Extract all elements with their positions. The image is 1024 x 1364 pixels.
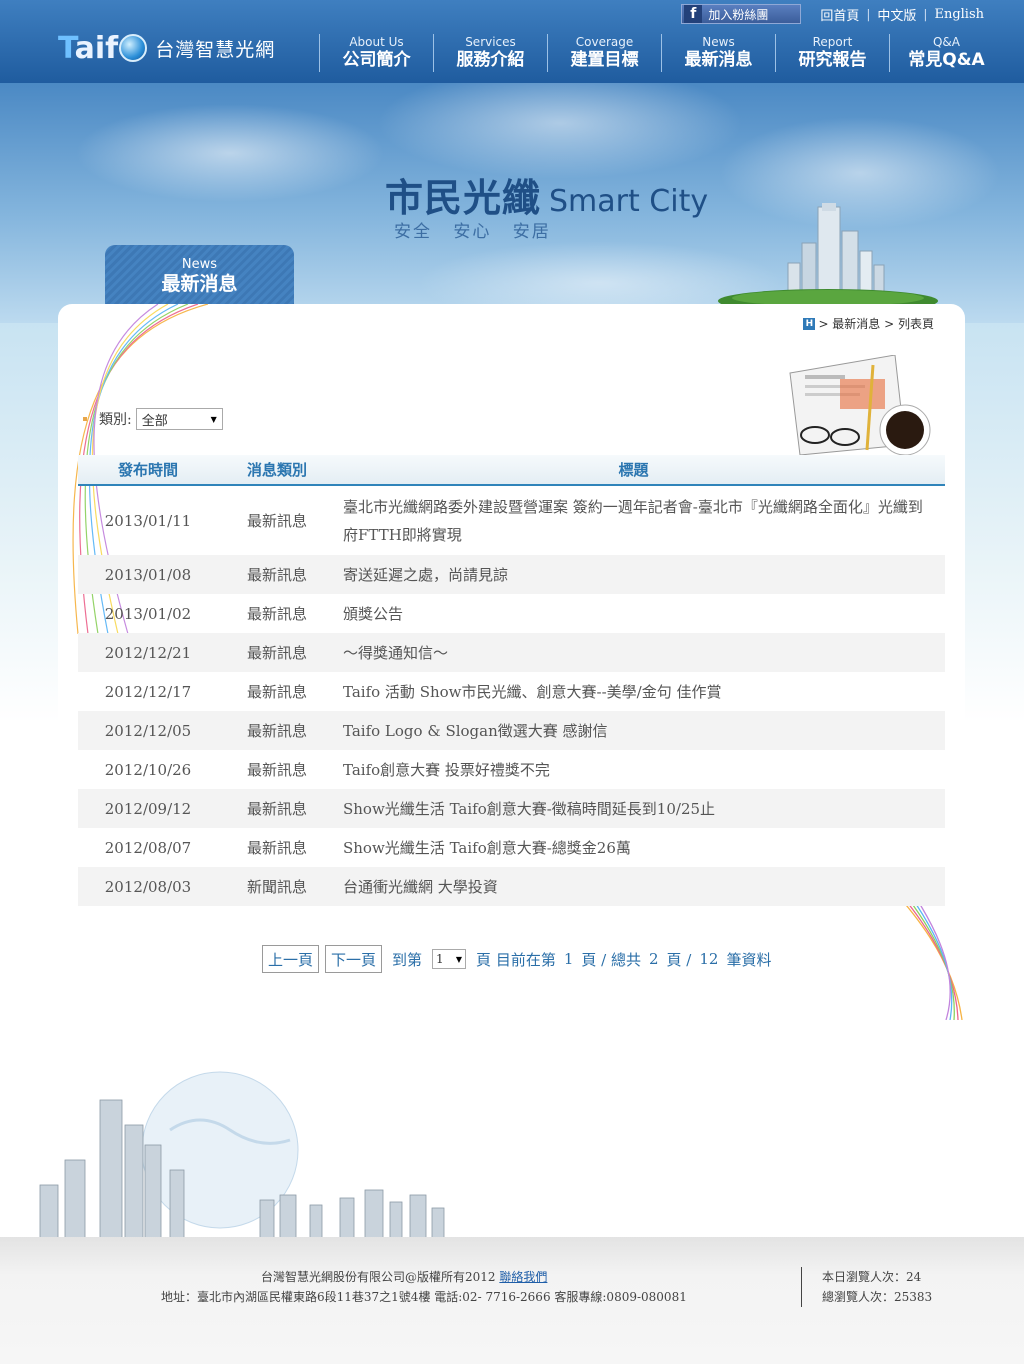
site-header: Taif 台灣智慧光網 f 加入粉絲團 回首頁 | 中文版 | English … — [0, 0, 1024, 83]
prev-page-button[interactable]: 上一頁 — [262, 945, 320, 973]
site-logo[interactable]: Taif 台灣智慧光網 — [58, 28, 275, 68]
today-visits: 本日瀏覽人次：24 — [822, 1270, 922, 1284]
row-category: 最新訊息 — [246, 761, 307, 779]
banner-subtitle: 安全 安心 安居 — [394, 222, 551, 242]
top-utility-bar: f 加入粉絲團 回首頁 | 中文版 | English — [681, 4, 991, 24]
table-row: 2012/12/21 最新訊息 ～得獎通知信～ — [78, 633, 945, 672]
city-globe-illustration — [39, 1071, 445, 1238]
pager-text: 頁 / — [666, 950, 692, 969]
nav-coverage[interactable]: Coverage 建置目標 — [547, 34, 661, 72]
row-date: 2012/10/26 — [104, 760, 192, 779]
row-category: 最新訊息 — [246, 800, 307, 818]
row-category: 最新訊息 — [246, 722, 307, 740]
section-tab-news: News 最新消息 — [105, 245, 294, 305]
nav-about[interactable]: About Us 公司簡介 — [319, 34, 433, 72]
row-title-link[interactable]: 寄送延遲之處，尚請見諒 — [336, 561, 945, 589]
row-date: 2012/12/21 — [104, 643, 192, 662]
table-row: 2012/12/17 最新訊息 Taifo 活動 Show市民光纖、創意大賽--… — [78, 672, 945, 711]
pager-text: 筆資料 — [726, 950, 772, 969]
table-row: 2012/09/12 最新訊息 Show光纖生活 Taifo創意大賽-徵稿時間延… — [78, 789, 945, 828]
row-date: 2012/12/05 — [104, 721, 192, 740]
row-title-link[interactable]: ～得獎通知信～ — [336, 639, 945, 667]
breadcrumb-path: > 最新消息 > 列表頁 — [818, 317, 934, 331]
pager-text: 頁 目前在第 — [476, 950, 556, 969]
row-date: 2012/09/12 — [104, 799, 192, 818]
row-title-link[interactable]: Show光纖生活 Taifo創意大賽-總獎金26萬 — [336, 834, 945, 862]
category-filter: 類別: 全部 ▼ — [83, 408, 223, 430]
column-header-title: 標題 — [618, 461, 649, 479]
row-date: 2012/08/03 — [104, 877, 192, 896]
table-row: 2013/01/08 最新訊息 寄送延遲之處，尚請見諒 — [78, 555, 945, 594]
pager-text: 頁 / 總共 — [581, 950, 641, 969]
home-link[interactable]: 回首頁 — [813, 5, 866, 24]
news-table: 發布時間 消息類別 標題 2013/01/11 最新訊息 臺北市光纖網路委外建設… — [78, 455, 945, 906]
globe-icon — [119, 34, 148, 62]
address-line: 地址：臺北市內湖區民權東路6段11巷37之1號4樓 電話:02- 7716-26… — [161, 1290, 687, 1304]
current-page: 1 — [563, 950, 574, 968]
bullet-icon — [83, 417, 87, 421]
row-date: 2013/01/02 — [104, 604, 192, 623]
divider — [801, 1267, 802, 1307]
filter-label: 類別: — [99, 412, 132, 428]
row-category: 最新訊息 — [246, 683, 307, 701]
row-title-link[interactable]: 頒獎公告 — [336, 600, 945, 628]
table-row: 2012/10/26 最新訊息 Taifo創意大賽 投票好禮獎不完 — [78, 750, 945, 789]
row-title-link[interactable]: Taifo 活動 Show市民光纖、創意大賽--美學/金句 佳作賞 — [336, 678, 945, 706]
nav-news[interactable]: News 最新消息 — [661, 34, 775, 72]
row-category: 最新訊息 — [246, 566, 307, 584]
copyright-line: 台灣智慧光網股份有限公司@版權所有2012 聯絡我們 — [261, 1270, 548, 1284]
facebook-icon: f — [684, 5, 703, 23]
row-date: 2013/01/08 — [104, 565, 192, 584]
row-category: 最新訊息 — [246, 605, 307, 623]
home-icon[interactable]: H — [803, 317, 816, 330]
pagination: 上一頁 下一頁 到第 1 ▼ 頁 目前在第 1 頁 / 總共 2 頁 / 12 … — [262, 945, 775, 973]
nav-qa[interactable]: Q&A 常見Q&A — [889, 34, 1003, 72]
logo-chinese-name: 台灣智慧光網 — [155, 38, 276, 61]
chevron-down-icon: ▼ — [455, 954, 463, 964]
row-category: 最新訊息 — [246, 512, 307, 530]
table-row: 2012/08/03 新聞訊息 台通衝光纖網 大學投資 — [78, 867, 945, 906]
facebook-fan-button[interactable]: f 加入粉絲團 — [681, 4, 802, 24]
logo-wordmark: Taif — [58, 30, 119, 66]
next-page-button[interactable]: 下一頁 — [325, 945, 383, 973]
row-title-link[interactable]: Taifo創意大賽 投票好禮獎不完 — [336, 756, 945, 784]
chevron-down-icon: ▼ — [210, 414, 217, 424]
row-title-link[interactable]: 台通衝光纖網 大學投資 — [336, 873, 945, 901]
row-category: 最新訊息 — [246, 839, 307, 857]
column-header-category: 消息類別 — [246, 461, 307, 479]
facebook-fan-label: 加入粉絲團 — [708, 7, 769, 22]
category-select[interactable]: 全部 ▼ — [135, 408, 223, 430]
banner-title: 市民光纖 Smart City — [385, 176, 709, 220]
row-category: 新聞訊息 — [246, 878, 307, 896]
newspaper-coffee-illustration — [789, 355, 931, 455]
row-date: 2012/08/07 — [104, 838, 192, 857]
row-title-link[interactable]: Taifo Logo & Slogan徵選大賽 感謝信 — [336, 717, 945, 745]
total-visits: 總瀏覽人次：25383 — [822, 1290, 933, 1304]
row-title-link[interactable]: 臺北市光纖網路委外建設暨營運案 簽約一週年記者會-臺北市『光纖網路全面化』光纖到… — [336, 493, 945, 549]
site-footer: 台灣智慧光網股份有限公司@版權所有2012 聯絡我們 地址：臺北市內湖區民權東路… — [0, 1237, 1024, 1364]
table-row: 2012/08/07 最新訊息 Show光纖生活 Taifo創意大賽-總獎金26… — [78, 828, 945, 867]
goto-label: 到第 — [392, 950, 423, 969]
row-date: 2013/01/11 — [104, 511, 192, 530]
table-row: 2012/12/05 最新訊息 Taifo Logo & Slogan徵選大賽 … — [78, 711, 945, 750]
breadcrumb: H > 最新消息 > 列表頁 — [803, 315, 934, 332]
skyline-illustration — [718, 203, 938, 308]
page-select[interactable]: 1 ▼ — [432, 949, 467, 969]
contact-us-link[interactable]: 聯絡我們 — [499, 1270, 547, 1284]
table-row: 2013/01/02 最新訊息 頒獎公告 — [78, 594, 945, 633]
nav-report[interactable]: Report 研究報告 — [775, 34, 889, 72]
nav-services[interactable]: Services 服務介紹 — [433, 34, 547, 72]
table-row: 2013/01/11 最新訊息 臺北市光纖網路委外建設暨營運案 簽約一週年記者會… — [78, 486, 945, 555]
column-header-date: 發布時間 — [117, 461, 178, 479]
main-nav: About Us 公司簡介 Services 服務介紹 Coverage 建置目… — [319, 34, 1003, 72]
row-date: 2012/12/17 — [104, 682, 192, 701]
english-version-link[interactable]: English — [927, 7, 991, 22]
record-count: 12 — [699, 950, 719, 968]
row-category: 最新訊息 — [246, 644, 307, 662]
total-pages: 2 — [648, 950, 659, 968]
chinese-version-link[interactable]: 中文版 — [870, 5, 923, 24]
row-title-link[interactable]: Show光纖生活 Taifo創意大賽-徵稿時間延長到10/25止 — [336, 795, 945, 823]
table-header: 發布時間 消息類別 標題 — [78, 455, 945, 486]
